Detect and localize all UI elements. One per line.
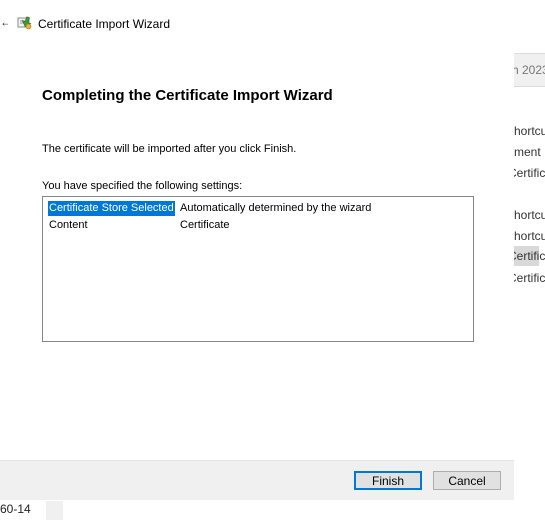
certificate-icon — [17, 16, 32, 30]
description-text: The certificate will be imported after y… — [42, 143, 297, 155]
settings-label: You have specified the following setting… — [42, 180, 243, 192]
background-list-item: Certific — [514, 166, 545, 180]
background-list-item-selected: Certific — [514, 246, 545, 266]
back-arrow-icon[interactable]: ← — [0, 15, 8, 29]
background-code-text: 60-14 — [0, 502, 31, 516]
background-list-item: hortcu — [514, 124, 545, 138]
certificate-import-wizard-dialog: ← Certificate Import Wizard Completing t… — [0, 0, 514, 500]
background-list-item: ment — [514, 145, 541, 159]
background-bottom-fragment: 60-14 — [0, 499, 514, 522]
cancel-button[interactable]: Cancel — [433, 471, 501, 490]
background-header-strip: h 2023 — [514, 53, 545, 87]
setting-key[interactable]: Content — [48, 218, 89, 233]
background-window-fragment: h 2023 hortcu ment Certific hortcu hortc… — [514, 0, 545, 522]
setting-value: Automatically determined by the wizard — [180, 202, 372, 214]
background-list-item: hortcu — [514, 208, 545, 222]
title-bar: ← Certificate Import Wizard — [0, 0, 514, 50]
finish-button[interactable]: Finish — [354, 471, 422, 490]
setting-value: Certificate — [180, 219, 230, 231]
background-box — [46, 501, 63, 520]
setting-key[interactable]: Certificate Store Selected — [48, 201, 175, 216]
background-list-item: hortcu — [514, 229, 545, 243]
settings-list[interactable]: Certificate Store Selected Automatically… — [42, 196, 474, 342]
page-heading: Completing the Certificate Import Wizard — [42, 87, 333, 104]
background-list-item: Certific — [514, 271, 545, 285]
background-date-text: h 2023 — [514, 63, 545, 77]
button-bar: Finish Cancel — [0, 460, 514, 500]
window-title: Certificate Import Wizard — [38, 17, 171, 31]
